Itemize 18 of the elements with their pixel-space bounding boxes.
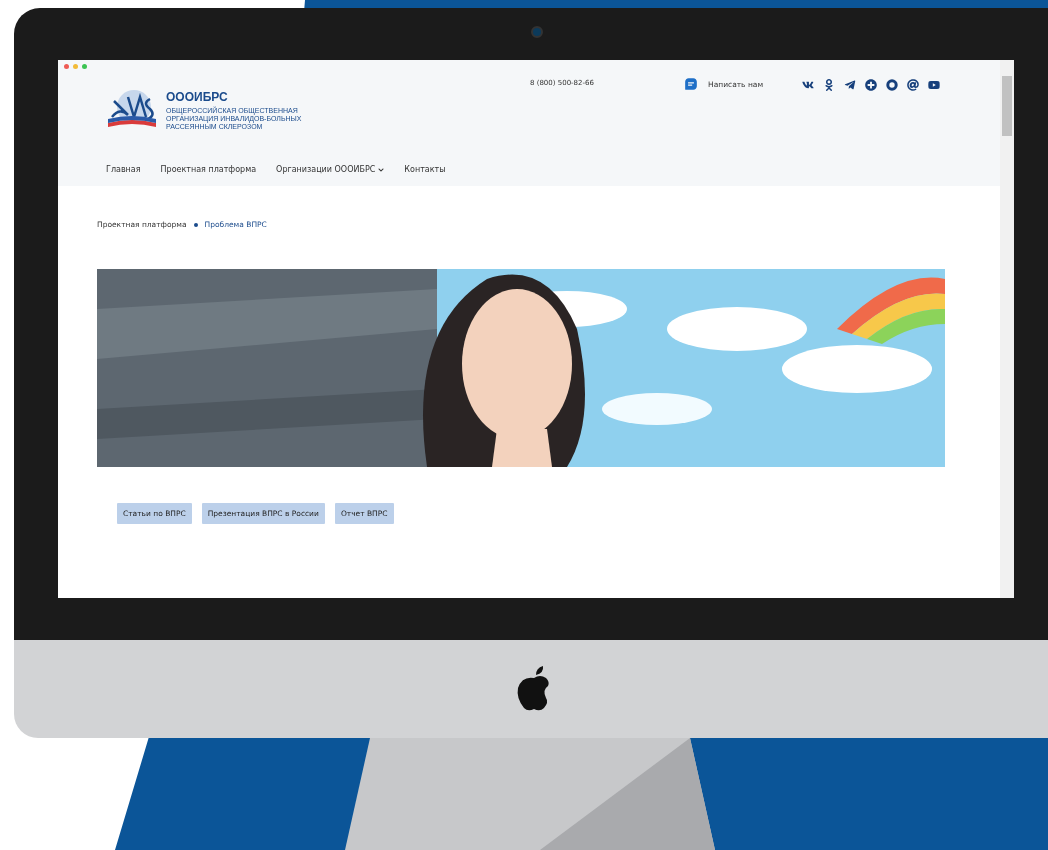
nav-link[interactable]: Организации ОООИБРС <box>276 165 385 174</box>
vk-icon[interactable] <box>802 79 814 91</box>
scrollbar[interactable] <box>1000 60 1014 598</box>
logo-title: ОООИБРС <box>166 89 229 104</box>
chat-icon <box>684 77 698 91</box>
at-sign-icon[interactable] <box>907 79 919 91</box>
plus-icon[interactable] <box>865 79 877 91</box>
ring-icon[interactable] <box>886 79 898 91</box>
nav-link[interactable]: Контакты <box>404 165 446 174</box>
paper-plane-icon[interactable] <box>844 79 856 91</box>
nav-link[interactable]: Проектная платформа <box>160 165 257 174</box>
camera-icon <box>531 26 543 38</box>
play-icon[interactable] <box>928 79 940 91</box>
person-icon[interactable] <box>823 79 835 91</box>
nav-link[interactable]: Главная <box>106 165 141 174</box>
scrollbar-thumb[interactable] <box>1002 76 1012 136</box>
close-icon[interactable] <box>64 64 69 69</box>
separator-icon <box>193 222 198 227</box>
